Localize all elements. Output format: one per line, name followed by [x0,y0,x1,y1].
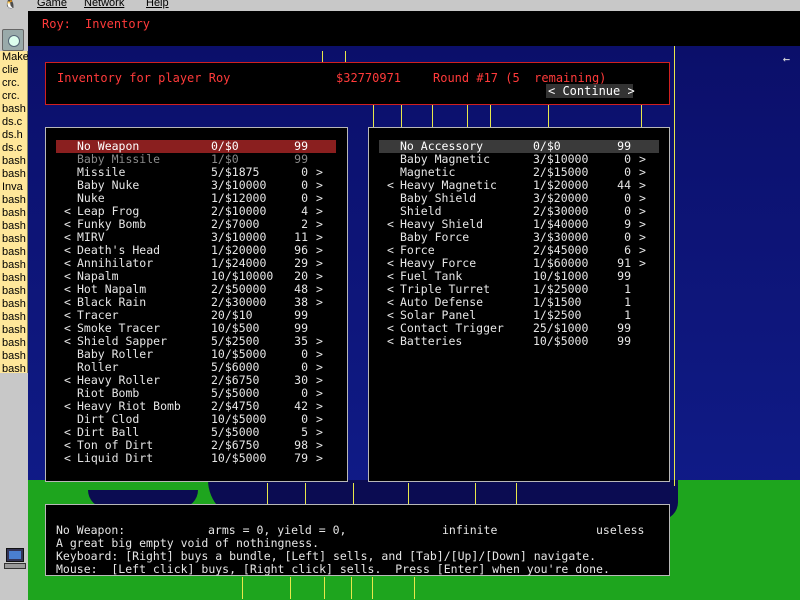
task-item[interactable]: ds.c [2,116,22,129]
task-item[interactable]: ds.c [2,142,22,155]
task-item[interactable]: bash [2,259,26,272]
bundle-price: 10/$5000 [533,334,589,348]
task-item[interactable]: bash [2,220,26,233]
sell-arrow-icon[interactable]: < [387,335,394,348]
buy-arrow-icon[interactable]: > [639,257,646,270]
buy-arrow-icon[interactable]: > [316,296,323,309]
task-list: Make clie crc. crc. bash ds.c ds.h ds.c bash bash… [0,51,29,376]
task-item[interactable]: bash [2,298,26,311]
accessory-row[interactable]: < Batteries 10/$5000 99 [379,335,659,348]
menu-network[interactable]: Network [84,0,124,9]
inventory-info-panel: Inventory for player Roy $32770971 Round… [45,62,670,105]
task-item[interactable]: bash [2,194,26,207]
menu-game[interactable]: Game [37,0,67,9]
sell-arrow-icon[interactable]: < [387,179,394,192]
task-item[interactable]: bash [2,285,26,298]
desktop-switcher-icon[interactable] [2,29,24,51]
os-menubar: 🐧 Game Network Help [0,0,800,11]
item-name: Liquid Dirt [77,451,154,465]
mouse-help: Mouse: [Left click] buys, [Right click] … [56,562,610,576]
wind-arrow-icon: ← [782,52,790,66]
task-item[interactable]: Inva [2,181,23,194]
sell-arrow-icon[interactable]: < [387,218,394,231]
inventory-title: Inventory for player Roy [57,71,231,85]
sell-arrow-icon[interactable]: < [64,335,71,348]
status-header: Roy: Inventory [28,11,800,46]
item-description-panel: No Weapon: arms = 0, yield = 0, infinite… [45,504,670,576]
desc-rating: useless [596,523,645,537]
task-item[interactable]: bash [2,272,26,285]
item-name: Batteries [400,334,463,348]
task-item[interactable]: bash [2,324,26,337]
game-window: Roy: Inventory ← Inventory for player Ro… [28,11,800,600]
weapons-list: No Weapon 0/$0 99 Baby Missile 1/$0 99 Missile… [45,127,348,482]
task-item[interactable]: clie [2,64,19,77]
task-item[interactable]: bash [2,207,26,220]
sell-arrow-icon[interactable]: < [64,452,71,465]
buy-arrow-icon[interactable]: > [316,452,323,465]
task-item[interactable]: bash [2,350,26,363]
computer-icon[interactable] [4,548,26,570]
task-item[interactable]: bash [2,246,26,259]
accessories-list: No Accessory 0/$0 99 Baby Magnetic 3/$10000 0… [368,127,670,482]
bundle-price: 10/$5000 [211,451,267,465]
task-item[interactable]: bash [2,311,26,324]
task-item[interactable]: bash [2,337,26,350]
task-item[interactable]: bash [2,103,26,116]
owned-quantity: 99 [617,334,631,348]
task-item[interactable]: bash [2,168,26,181]
sell-arrow-icon[interactable]: < [64,400,71,413]
taskbar: Make clie crc. crc. bash ds.c ds.h ds.c bash bash… [0,11,29,600]
menu-help[interactable]: Help [146,0,169,9]
task-item[interactable]: bash [2,363,26,376]
header-player: Roy: [42,17,71,31]
weapon-row[interactable]: < Liquid Dirt 10/$5000 79 > [56,452,336,465]
header-screen: Inventory [85,17,151,31]
continue-button[interactable]: < Continue > [546,84,635,98]
tux-icon[interactable]: 🐧 [4,0,18,11]
round-display: Round #17 (5 remaining) [433,71,607,85]
desc-duration: infinite [442,523,498,537]
task-item[interactable]: Make [2,51,29,64]
task-item[interactable]: bash [2,233,26,246]
owned-quantity: 79 [294,451,308,465]
money-display: $32770971 [336,71,402,85]
task-item[interactable]: crc. [2,90,20,103]
task-item[interactable]: crc. [2,77,20,90]
task-item[interactable]: bash [2,155,26,168]
sell-arrow-icon[interactable]: < [64,374,71,387]
task-item[interactable]: ds.h [2,129,23,142]
